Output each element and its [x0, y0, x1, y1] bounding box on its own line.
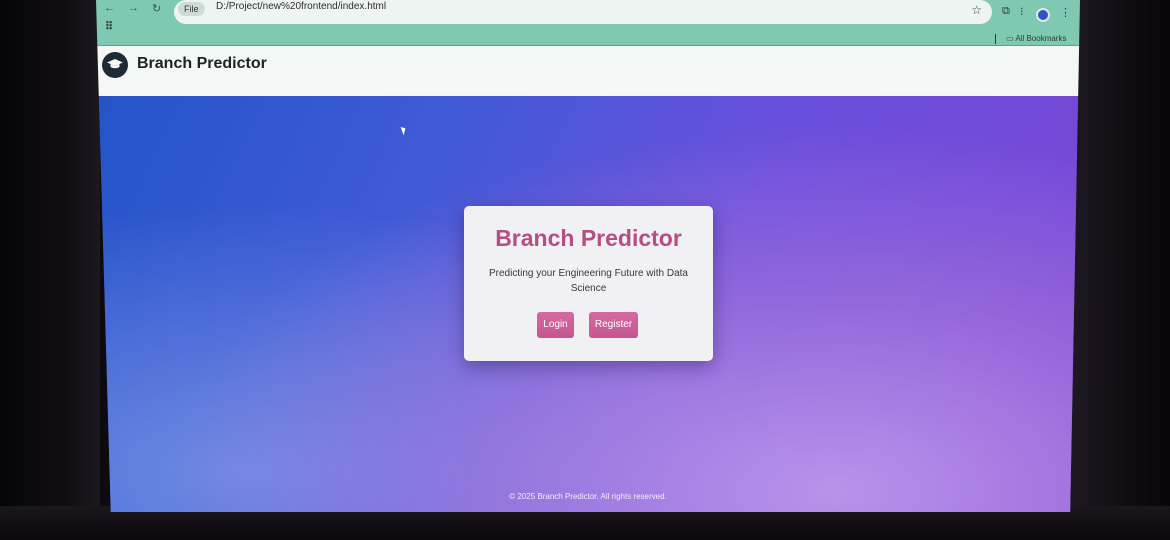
- all-bookmarks-label: All Bookmarks: [1015, 34, 1067, 43]
- folder-icon: ▭: [1006, 34, 1016, 43]
- back-icon[interactable]: ←: [104, 2, 115, 14]
- card-subtitle: Predicting your Engineering Future with …: [489, 268, 688, 294]
- welcome-card: Branch Predictor Predicting your Enginee…: [464, 206, 713, 361]
- profile-avatar[interactable]: [1036, 8, 1050, 22]
- menu-kebab-icon[interactable]: ⋮: [1060, 6, 1071, 19]
- bookmark-separator: [995, 34, 996, 44]
- address-bar[interactable]: File D:/Project/new%20frontend/index.htm…: [174, 0, 992, 24]
- reload-icon[interactable]: ↻: [152, 2, 161, 15]
- url-text[interactable]: D:/Project/new%20frontend/index.html: [216, 1, 386, 12]
- monitor-bezel-right: [1070, 0, 1170, 540]
- screen: ← → ↻ File D:/Project/new%20frontend/ind…: [96, 0, 1080, 512]
- register-button[interactable]: Register: [589, 312, 638, 338]
- browser-toolbar: ← → ↻ File D:/Project/new%20frontend/ind…: [96, 0, 1080, 28]
- header-title[interactable]: Branch Predictor: [137, 55, 267, 73]
- login-button[interactable]: Login: [537, 312, 574, 338]
- forward-icon[interactable]: →: [128, 2, 139, 14]
- file-chip[interactable]: File: [178, 2, 205, 16]
- monitor-bezel-left: [0, 0, 100, 540]
- extensions-icon[interactable]: ⧉: [1002, 5, 1010, 18]
- hero-section: Branch Predictor Predicting your Enginee…: [96, 96, 1080, 512]
- graduation-cap-icon[interactable]: [102, 52, 128, 78]
- card-title: Branch Predictor: [495, 225, 682, 251]
- footer-copyright: © 2025 Branch Predictor. All rights rese…: [509, 492, 667, 501]
- mouse-cursor-icon: [400, 125, 408, 136]
- divider-icon: ⁝: [1020, 6, 1024, 18]
- apps-grid-icon[interactable]: ⠿: [105, 20, 113, 33]
- bookmark-star-icon[interactable]: ☆: [971, 3, 982, 17]
- bookmarks-bar: ⠿ ▭ All Bookmarks: [96, 21, 1080, 46]
- site-header: Branch Predictor: [96, 46, 1080, 96]
- all-bookmarks-link[interactable]: ▭ All Bookmarks: [1006, 34, 1066, 43]
